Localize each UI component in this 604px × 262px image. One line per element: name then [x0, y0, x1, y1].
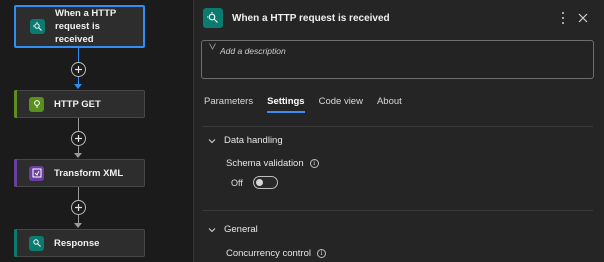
section-divider	[202, 210, 593, 211]
node-label: HTTP GET	[54, 98, 101, 110]
schema-validation-label: Schema validation i	[226, 158, 319, 169]
http-request-icon	[30, 19, 45, 34]
field-label-text: Schema validation	[226, 158, 304, 169]
description-field[interactable]: Add a description	[201, 40, 594, 79]
plus-icon	[75, 204, 82, 211]
tab-code-view[interactable]: Code view	[319, 96, 363, 113]
node-response[interactable]: Response	[14, 229, 145, 257]
plus-icon	[75, 66, 82, 73]
close-icon[interactable]	[578, 13, 588, 23]
section-general-header[interactable]: General	[208, 224, 258, 235]
transform-icon	[29, 165, 44, 181]
info-icon[interactable]: i	[317, 249, 327, 258]
node-accent-stripe	[14, 90, 17, 118]
arrow-head	[74, 223, 82, 228]
node-accent-stripe	[14, 229, 17, 257]
tab-settings[interactable]: Settings	[267, 96, 306, 113]
add-step-button[interactable]	[71, 62, 86, 77]
plus-icon	[75, 135, 82, 142]
section-title: General	[224, 224, 258, 235]
details-panel: When a HTTP request is received Add a de…	[194, 0, 604, 262]
flow-canvas: When a HTTP request is received HTTP GET…	[0, 0, 193, 262]
section-divider	[202, 126, 593, 127]
add-step-button[interactable]	[71, 200, 86, 215]
section-title: Data handling	[224, 135, 283, 146]
node-label: When a HTTP request is received	[55, 8, 117, 45]
concurrency-control-label: Concurrency control i	[226, 248, 327, 259]
chevron-down-icon	[208, 138, 216, 143]
chevron-down-icon	[208, 227, 216, 232]
node-label: Response	[54, 237, 100, 249]
arrow-head	[74, 153, 82, 158]
node-accent-stripe	[14, 159, 17, 187]
node-http-trigger[interactable]: When a HTTP request is received	[14, 5, 145, 48]
schema-validation-toggle[interactable]	[253, 176, 278, 189]
info-icon[interactable]: i	[309, 159, 319, 168]
node-http-get[interactable]: HTTP GET	[14, 90, 145, 118]
more-options-icon[interactable]	[559, 12, 567, 24]
toggle-state-label: Off	[231, 178, 243, 188]
description-placeholder: Add a description	[220, 46, 286, 56]
node-label: Transform XML	[54, 167, 124, 179]
http-icon	[29, 96, 44, 112]
tab-about[interactable]: About	[377, 96, 402, 113]
node-transform-xml[interactable]: Transform XML	[14, 159, 145, 187]
add-step-button[interactable]	[71, 131, 86, 146]
http-request-icon	[203, 8, 223, 28]
panel-title: When a HTTP request is received	[232, 13, 390, 24]
toggle-knob	[256, 179, 263, 186]
resize-grip-icon	[209, 43, 216, 50]
field-label-text: Concurrency control	[226, 248, 312, 259]
section-data-handling-header[interactable]: Data handling	[208, 135, 283, 146]
panel-tabs: Parameters Settings Code view About	[204, 96, 416, 113]
tab-parameters[interactable]: Parameters	[204, 96, 253, 113]
response-icon	[29, 235, 44, 251]
arrow-head	[74, 84, 82, 89]
